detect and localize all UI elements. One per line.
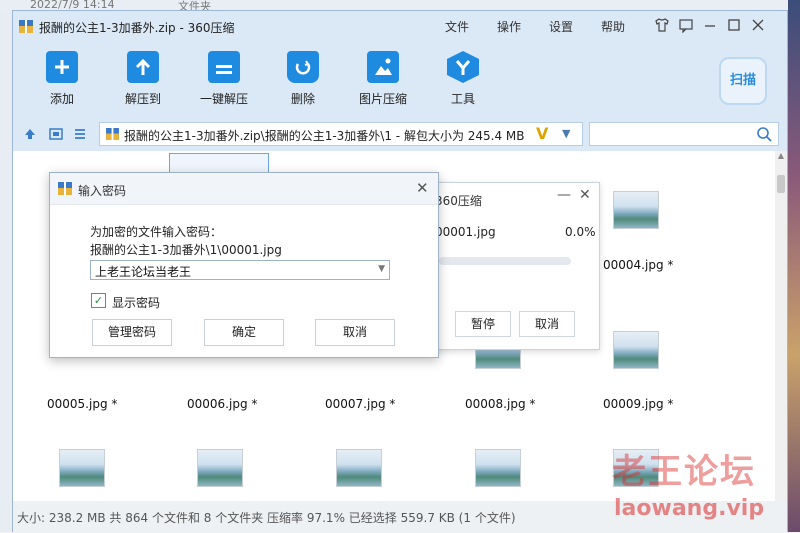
progress-bar (439, 257, 571, 265)
file-name[interactable]: 00006.jpg * (187, 397, 257, 411)
tools-icon (447, 51, 479, 83)
file-name[interactable]: 00008.jpg * (465, 397, 535, 411)
menu-help[interactable]: 帮助 (601, 18, 625, 35)
progress-cancel-button[interactable]: 取消 (519, 311, 575, 337)
image-compress-button[interactable]: 图片压缩 (348, 51, 418, 107)
delete-icon (287, 51, 319, 83)
list-view-icon[interactable] (73, 127, 87, 141)
delete-label: 删除 (290, 92, 315, 106)
menu-settings[interactable]: 设置 (549, 18, 573, 35)
encrypted-file-path: 报酬的公主1-3加番外\1\00001.jpg (90, 243, 282, 257)
add-label: 添加 (49, 92, 74, 106)
add-button[interactable]: 添加 (27, 51, 97, 107)
file-thumbnail[interactable] (475, 449, 521, 487)
file-name[interactable]: 00007.jpg * (325, 397, 395, 411)
progress-percent: 0.0% (565, 225, 596, 239)
feedback-icon[interactable] (677, 17, 695, 35)
file-name[interactable]: 00009.jpg * (603, 397, 673, 411)
shirt-skin-icon[interactable] (653, 17, 671, 35)
close-icon[interactable]: ✕ (416, 179, 429, 197)
vertical-scrollbar[interactable]: ▲ (775, 151, 787, 501)
extract-to-button[interactable]: 解压到 (108, 51, 178, 107)
one-click-extract-button[interactable]: 一键解压 (189, 51, 259, 107)
zip-archive-icon (19, 20, 33, 33)
manage-password-button[interactable]: 管理密码 (92, 319, 172, 346)
close-icon[interactable] (749, 17, 767, 35)
scroll-up-icon[interactable]: ▲ (775, 151, 787, 163)
vip-badge-icon[interactable]: V (536, 124, 548, 143)
ok-button[interactable]: 确定 (204, 319, 284, 346)
one-click-extract-icon (208, 51, 240, 83)
file-name[interactable]: 00004.jpg * (603, 258, 673, 272)
extract-to-label: 解压到 (124, 92, 161, 106)
file-thumbnail[interactable] (613, 191, 659, 229)
status-text: 大小: 238.2 MB 共 864 个文件和 8 个文件夹 压缩率 97.1%… (17, 511, 516, 525)
menu-file[interactable]: 文件 (445, 18, 469, 35)
cancel-button[interactable]: 取消 (315, 319, 395, 346)
delete-button[interactable]: 删除 (268, 51, 338, 107)
chevron-down-icon[interactable]: ▼ (378, 264, 385, 274)
scrollbar-thumb[interactable] (777, 175, 785, 193)
password-prompt: 为加密的文件输入密码： (90, 225, 223, 239)
file-thumbnail[interactable] (336, 449, 382, 487)
search-icon[interactable] (756, 126, 772, 142)
tools-button[interactable]: 工具 (428, 51, 498, 107)
progress-file-name: 00001.jpg (435, 225, 496, 239)
extract-to-icon (127, 51, 159, 83)
file-thumbnail[interactable] (613, 331, 659, 369)
add-icon (46, 51, 78, 83)
watermark-title: 老王论坛 (612, 452, 756, 492)
progress-dialog: 360压缩 — ✕ 00001.jpg 0.0% 暂停 取消 (424, 182, 600, 350)
toolbar: 添加 解压到 一键解压 删除 图片压缩 工具 扫描 (13, 41, 787, 123)
show-password-label: 显示密码 (112, 296, 161, 310)
file-name[interactable]: 00005.jpg * (47, 397, 117, 411)
search-input[interactable] (589, 122, 779, 146)
window-title: 报酬的公主1-3加番外.zip - 360压缩 (39, 21, 235, 35)
view-mode-icon[interactable] (49, 127, 63, 141)
chevron-down-icon[interactable]: ▼ (562, 127, 570, 140)
desktop-background-left (0, 0, 12, 532)
desktop-wallpaper-strip (788, 0, 800, 532)
up-arrow-icon[interactable] (23, 127, 37, 141)
zip-archive-icon (58, 182, 72, 195)
image-compress-label: 图片压缩 (358, 92, 407, 106)
progress-dialog-title: 360压缩 (435, 194, 482, 208)
password-dialog: 输入密码 ✕ 为加密的文件输入密码： 报酬的公主1-3加番外\1\00001.j… (49, 172, 439, 358)
password-input[interactable]: 上老王论坛当老王 ▼ (90, 260, 390, 280)
zip-archive-icon (106, 128, 119, 140)
path-text: 报酬的公主1-3加番外.zip\报酬的公主1-3加番外\1 - 解包大小为 24… (124, 129, 525, 143)
watermark-url: laowang.vip (614, 496, 765, 521)
file-thumbnail[interactable] (59, 449, 105, 487)
maximize-icon[interactable] (725, 17, 743, 35)
password-dialog-title: 输入密码 (78, 184, 127, 198)
image-compress-icon (367, 51, 399, 83)
scan-button[interactable]: 扫描 (719, 57, 767, 105)
menu-operation[interactable]: 操作 (497, 18, 521, 35)
title-bar: 报酬的公主1-3加番外.zip - 360压缩 文件 操作 设置 帮助 (13, 11, 787, 41)
show-password-checkbox[interactable]: ✓ (91, 293, 106, 308)
path-field[interactable]: 报酬的公主1-3加番外.zip\报酬的公主1-3加番外\1 - 解包大小为 24… (99, 122, 583, 146)
password-value: 上老王论坛当老王 (95, 265, 192, 279)
file-thumbnail[interactable] (197, 449, 243, 487)
one-click-extract-label: 一键解压 (199, 92, 248, 106)
password-dialog-titlebar: 输入密码 ✕ (50, 173, 438, 205)
close-icon[interactable]: ✕ (579, 187, 591, 203)
pause-button[interactable]: 暂停 (455, 311, 511, 337)
tools-label: 工具 (450, 92, 475, 106)
minimize-icon[interactable] (701, 17, 719, 35)
address-bar: 报酬的公主1-3加番外.zip\报酬的公主1-3加番外\1 - 解包大小为 24… (13, 117, 787, 151)
minimize-icon[interactable]: — (557, 187, 571, 203)
